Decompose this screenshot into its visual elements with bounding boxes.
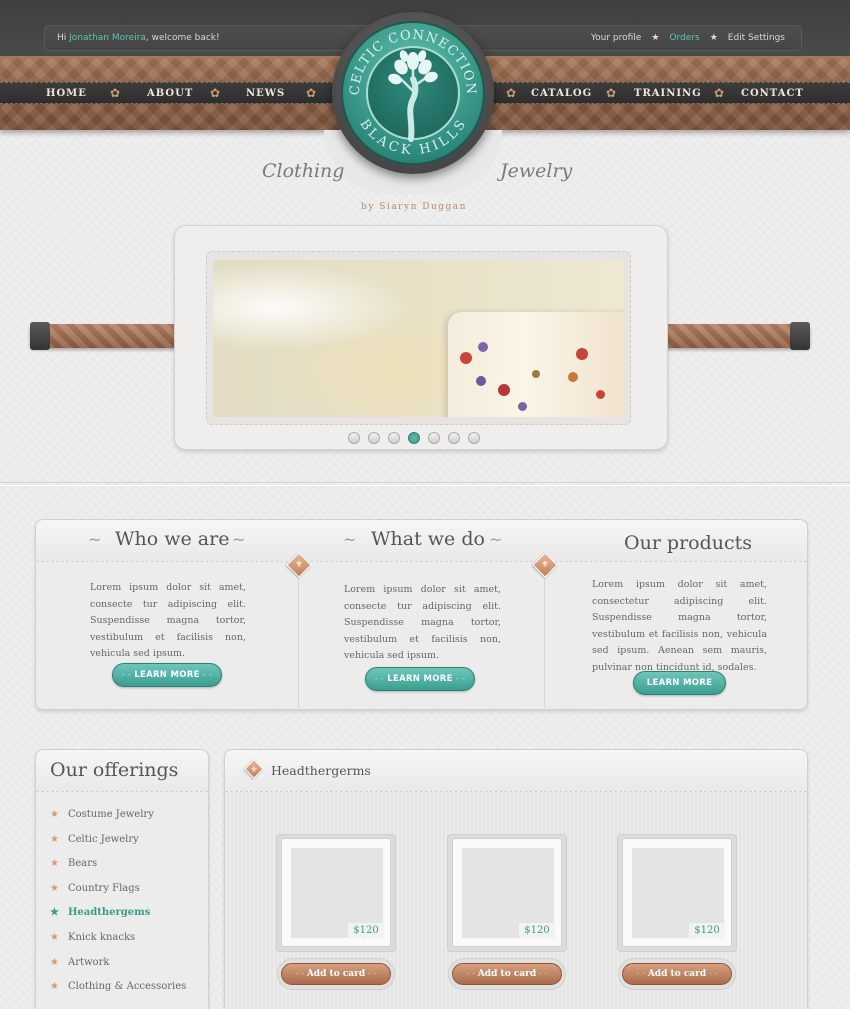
slider-dot[interactable] bbox=[368, 432, 380, 444]
buckle-icon bbox=[30, 322, 50, 350]
our-products-text: Lorem ipsum dolor sit amet, consectetur … bbox=[592, 579, 767, 673]
slider-dot[interactable] bbox=[448, 432, 460, 444]
nav-news[interactable]: NEWS bbox=[246, 88, 285, 99]
offerings-title: Our offerings bbox=[50, 759, 179, 781]
offering-item[interactable]: ★ Headthergems bbox=[50, 907, 150, 918]
product-price: $120 bbox=[348, 923, 384, 939]
offering-item[interactable]: ★ Costume Jewelry bbox=[50, 809, 154, 820]
star-icon: ★ bbox=[50, 957, 59, 968]
nav-home[interactable]: HOME bbox=[46, 88, 87, 99]
product-price: $120 bbox=[689, 923, 725, 939]
star-icon: ★ bbox=[50, 858, 59, 869]
flower-separator-icon: ✿ bbox=[506, 86, 517, 100]
tagline-clothing: Clothing bbox=[262, 160, 345, 182]
slider-dot[interactable] bbox=[468, 432, 480, 444]
slider-left-strap bbox=[30, 324, 192, 348]
logo-emblem: CELTIC CONNECTION BLACK HILLS bbox=[348, 28, 477, 158]
nav-training[interactable]: TRAINING bbox=[634, 88, 702, 99]
slider-dot[interactable] bbox=[408, 432, 420, 444]
your-profile-link[interactable]: Your profile bbox=[591, 33, 642, 43]
offering-label: Costume Jewelry bbox=[67, 809, 154, 820]
star-icon: ★ bbox=[50, 809, 59, 820]
slider-image[interactable] bbox=[213, 260, 624, 417]
who-we-are-title: Who we are bbox=[115, 528, 230, 550]
designer-credit: by Siaryn Duggan bbox=[361, 202, 467, 212]
slider-dot[interactable] bbox=[388, 432, 400, 444]
offering-label: Celtic Jewelry bbox=[67, 834, 139, 845]
welcome-suffix: , welcome back! bbox=[145, 33, 220, 43]
orders-link[interactable]: Orders bbox=[669, 33, 699, 43]
flower-separator-icon: ✿ bbox=[110, 86, 121, 100]
column-divider bbox=[298, 562, 299, 708]
offering-item[interactable]: ★ Artwork bbox=[50, 957, 109, 968]
star-icon: ★ bbox=[50, 932, 59, 943]
tilde-ornament-icon: ~ bbox=[343, 530, 357, 549]
star-icon: ★ bbox=[50, 834, 59, 845]
what-we-do-text: Lorem ipsum dolor sit amet, consecte tur… bbox=[344, 584, 501, 661]
who-we-are-text: Lorem ipsum dolor sit amet, consecte tur… bbox=[90, 582, 246, 659]
who-we-are-learn-more-button[interactable]: - - LEARN MORE - - bbox=[112, 663, 222, 687]
account-links: Your profile ★ Orders ★ Edit Settings bbox=[591, 33, 785, 43]
edit-settings-link[interactable]: Edit Settings bbox=[728, 33, 785, 43]
add-to-cart-button[interactable]: - - Add to card - - bbox=[452, 963, 562, 985]
what-we-do-learn-more-button[interactable]: - - LEARN MORE - - bbox=[365, 667, 475, 691]
offering-item[interactable]: ★ Celtic Jewelry bbox=[50, 834, 139, 845]
offering-label: Knick knacks bbox=[67, 932, 136, 943]
nav-about[interactable]: ABOUT bbox=[147, 88, 193, 99]
nav-catalog[interactable]: CATALOG bbox=[531, 88, 592, 99]
star-icon: ★ bbox=[50, 981, 59, 992]
offering-item[interactable]: ★ Clothing & Accessories bbox=[50, 981, 186, 992]
column-divider bbox=[544, 562, 545, 708]
welcome-message: Hi Jonathan Moreira, welcome back! bbox=[57, 33, 220, 43]
slider-dot[interactable] bbox=[428, 432, 440, 444]
offering-label: Country Flags bbox=[67, 883, 140, 894]
tilde-ornament-icon: ~ bbox=[88, 530, 102, 549]
cup-photo bbox=[448, 312, 624, 417]
products-category-title: Headthergerms bbox=[271, 763, 371, 778]
our-products-learn-more-button[interactable]: LEARN MORE bbox=[633, 671, 726, 695]
offering-label: Clothing & Accessories bbox=[67, 981, 187, 992]
star-separator-icon: ★ bbox=[709, 33, 718, 43]
tagline-jewelry: Jewelry bbox=[500, 160, 573, 182]
what-we-do-title: What we do bbox=[371, 528, 485, 550]
slider-dot[interactable] bbox=[348, 432, 360, 444]
flower-separator-icon: ✿ bbox=[714, 86, 725, 100]
slider-pagination bbox=[348, 432, 480, 444]
buckle-icon bbox=[790, 322, 810, 350]
offering-item[interactable]: ★ Country Flags bbox=[50, 883, 140, 894]
offering-item[interactable]: ★ Knick knacks bbox=[50, 932, 135, 943]
star-icon: ★ bbox=[50, 883, 59, 894]
offering-label: Bears bbox=[67, 858, 98, 869]
offering-item[interactable]: ★ Bears bbox=[50, 858, 97, 869]
tilde-ornament-icon: ~ bbox=[232, 530, 246, 549]
star-separator-icon: ★ bbox=[651, 33, 660, 43]
slider-right-strap bbox=[648, 324, 810, 348]
star-icon: ★ bbox=[50, 907, 59, 918]
product-price: $120 bbox=[519, 923, 555, 939]
add-to-cart-button[interactable]: - - Add to card - - bbox=[281, 963, 391, 985]
flower-separator-icon: ✿ bbox=[606, 86, 617, 100]
section-divider bbox=[0, 482, 850, 486]
flower-separator-icon: ✿ bbox=[210, 86, 221, 100]
add-to-cart-button[interactable]: - - Add to card - - bbox=[622, 963, 732, 985]
user-name-link[interactable]: Jonathan Moreira bbox=[69, 33, 146, 43]
tilde-ornament-icon: ~ bbox=[489, 530, 503, 549]
nav-contact[interactable]: CONTACT bbox=[741, 88, 804, 99]
offering-label: Headthergems bbox=[67, 907, 151, 918]
flower-separator-icon: ✿ bbox=[306, 86, 317, 100]
offering-label: Artwork bbox=[67, 957, 110, 968]
welcome-prefix: Hi bbox=[57, 33, 67, 43]
our-products-title: Our products bbox=[624, 532, 753, 554]
tree-icon bbox=[388, 50, 438, 142]
